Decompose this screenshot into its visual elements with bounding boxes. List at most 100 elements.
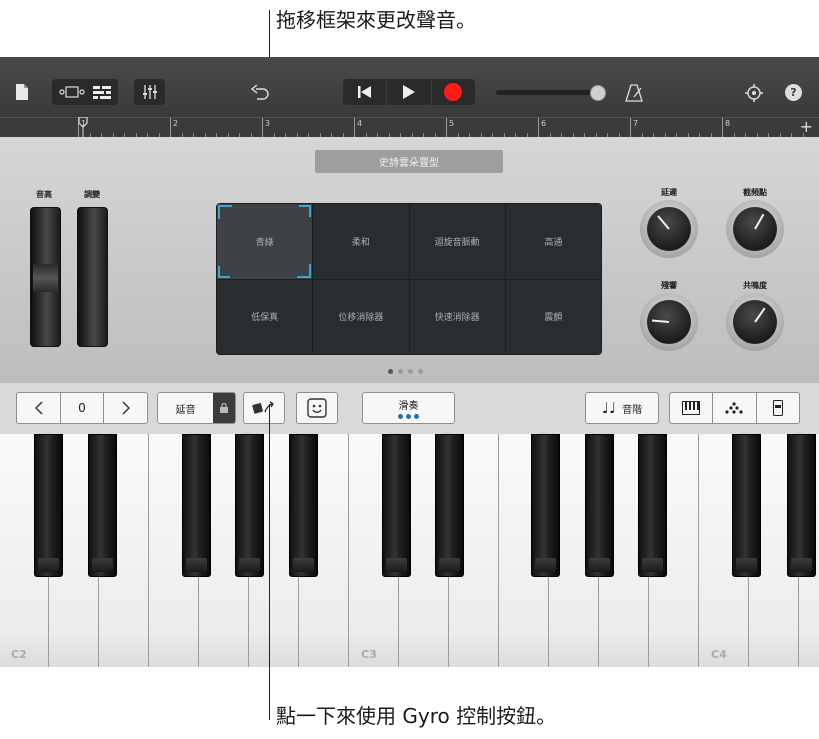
gyro-control-button[interactable] <box>243 392 285 424</box>
frame-corner <box>299 205 312 217</box>
mixer-icon <box>142 84 158 100</box>
patch-name-button[interactable]: 史詩雲朵豐型 <box>315 150 503 173</box>
rotary-knob[interactable] <box>640 293 698 351</box>
keyboard-layout-button[interactable] <box>670 393 714 423</box>
keyboard-control-strip: 0 延音 滑奏 ♩♩ 音階 <box>0 382 819 434</box>
transform-pad[interactable]: 柔和 <box>313 204 409 279</box>
black-key[interactable] <box>382 434 411 577</box>
transform-pad-grid: 青綠 柔和 迴旋音脈動 高通低保真 位移消除器 快速消除器 震顫 <box>216 203 602 355</box>
piano-keyboard: C2 C3 C4 <box>0 434 819 667</box>
page-dot[interactable] <box>408 369 413 374</box>
tracks-view-icon <box>93 85 111 99</box>
callout-gyro: 點一下來使用 Gyro 控制按鈕。 <box>276 704 557 728</box>
transform-pad[interactable]: 震顫 <box>505 279 601 354</box>
ruler-bar-number: 7 <box>633 119 639 128</box>
octave-control: 0 <box>16 392 148 424</box>
pitch-wheel-grip <box>33 264 58 292</box>
arpeggio-layout-button[interactable] <box>713 393 757 423</box>
smiley-icon <box>307 398 327 418</box>
settings-icon[interactable] <box>744 83 764 103</box>
black-key[interactable] <box>182 434 211 577</box>
ruler-bar-line <box>630 118 631 138</box>
keyboard-size-button[interactable] <box>757 393 799 423</box>
record-icon <box>444 83 463 101</box>
master-volume-slider[interactable] <box>496 90 596 95</box>
black-key[interactable] <box>88 434 117 577</box>
transform-pad-selected[interactable]: 青綠 <box>217 204 313 279</box>
black-key[interactable] <box>531 434 560 577</box>
octave-up-button[interactable] <box>104 393 147 423</box>
ruler-bar-line <box>170 118 171 138</box>
ruler-bar-line <box>538 118 539 138</box>
master-volume-knob[interactable] <box>590 85 606 101</box>
sustain-control[interactable]: 延音 <box>157 392 236 424</box>
view-toggle-button[interactable] <box>52 79 118 105</box>
playhead[interactable] <box>78 116 88 137</box>
black-key[interactable] <box>34 434 63 577</box>
chevron-left-icon <box>34 401 43 415</box>
frame-corner <box>218 265 230 278</box>
page-dot[interactable] <box>398 369 403 374</box>
callout-drag-frame: 拖移框架來更改聲音。 <box>276 8 476 32</box>
rewind-button[interactable] <box>343 79 388 105</box>
rotary-knob[interactable] <box>640 200 698 258</box>
transform-pad[interactable]: 低保真 <box>217 279 313 354</box>
knob-label: 延遲 <box>661 188 677 197</box>
octave-down-button[interactable] <box>17 393 61 423</box>
timeline-ruler[interactable]: 12345678 <box>0 117 819 138</box>
black-key[interactable] <box>289 434 318 577</box>
knob-cap <box>647 207 691 251</box>
mod-wheel-label: 調變 <box>84 190 100 199</box>
note-label: C3 <box>361 648 377 661</box>
page-dot[interactable] <box>388 369 393 374</box>
mod-wheel[interactable] <box>77 207 108 347</box>
page-indicator[interactable] <box>388 369 423 374</box>
lock-icon[interactable] <box>213 393 235 423</box>
rotary-knob[interactable] <box>726 200 784 258</box>
transport-controls <box>343 79 475 105</box>
transform-pad-label: 快速消除器 <box>434 313 480 324</box>
undo-icon[interactable] <box>250 83 270 103</box>
transform-pad[interactable]: 位移消除器 <box>313 279 409 354</box>
transform-pad-label: 迴旋音脈動 <box>434 237 480 248</box>
play-button[interactable] <box>387 79 432 105</box>
black-key[interactable] <box>435 434 464 577</box>
knob-label: 殘響 <box>661 281 677 290</box>
ruler-bar-number: 4 <box>357 119 363 128</box>
transform-pad[interactable]: 快速消除器 <box>409 279 505 354</box>
transform-pad[interactable]: 迴旋音脈動 <box>409 204 505 279</box>
pitch-wheel[interactable] <box>30 207 61 347</box>
transform-pad[interactable]: 高通 <box>505 204 601 279</box>
black-key[interactable] <box>638 434 667 577</box>
ruler-bar-number: 8 <box>725 119 731 128</box>
scale-button[interactable]: ♩♩ 音階 <box>585 392 659 424</box>
scale-label: 音階 <box>622 404 643 416</box>
knob-label: 截頻點 <box>743 188 767 197</box>
black-key[interactable] <box>585 434 614 577</box>
rotary-knob[interactable] <box>726 293 784 351</box>
gyro-icon <box>252 401 274 414</box>
mixer-button[interactable] <box>134 79 165 105</box>
garageband-alchemy-synth: ? 12345678 + 史詩雲朵豐型 音高 調變 青綠 柔和 迴旋音脈動 高通 低保真… <box>0 57 819 667</box>
view-toggle-icon <box>59 86 85 98</box>
pitch-wheel-label: 音高 <box>36 190 52 199</box>
document-icon[interactable] <box>14 83 30 101</box>
ruler-bar-number: 5 <box>449 119 455 128</box>
keyboard-layout-selector <box>669 392 800 424</box>
help-icon-glyph: ? <box>790 86 797 99</box>
transform-pad-label: 高通 <box>544 237 563 248</box>
record-button[interactable] <box>432 79 475 105</box>
add-section-button[interactable]: + <box>800 117 813 136</box>
chevron-right-icon <box>121 401 130 415</box>
page-dot[interactable] <box>418 369 423 374</box>
ruler-bar-line <box>262 118 263 138</box>
transform-pad-label: 低保真 <box>251 313 279 324</box>
arpeggio-dots-icon <box>725 402 744 414</box>
black-key[interactable] <box>235 434 264 577</box>
glide-button[interactable]: 滑奏 <box>362 392 455 424</box>
help-icon[interactable]: ? <box>785 84 802 101</box>
arpeggiator-face-button[interactable] <box>296 392 338 424</box>
metronome-icon[interactable] <box>624 83 644 103</box>
black-key[interactable] <box>787 434 816 577</box>
black-key[interactable] <box>732 434 761 577</box>
